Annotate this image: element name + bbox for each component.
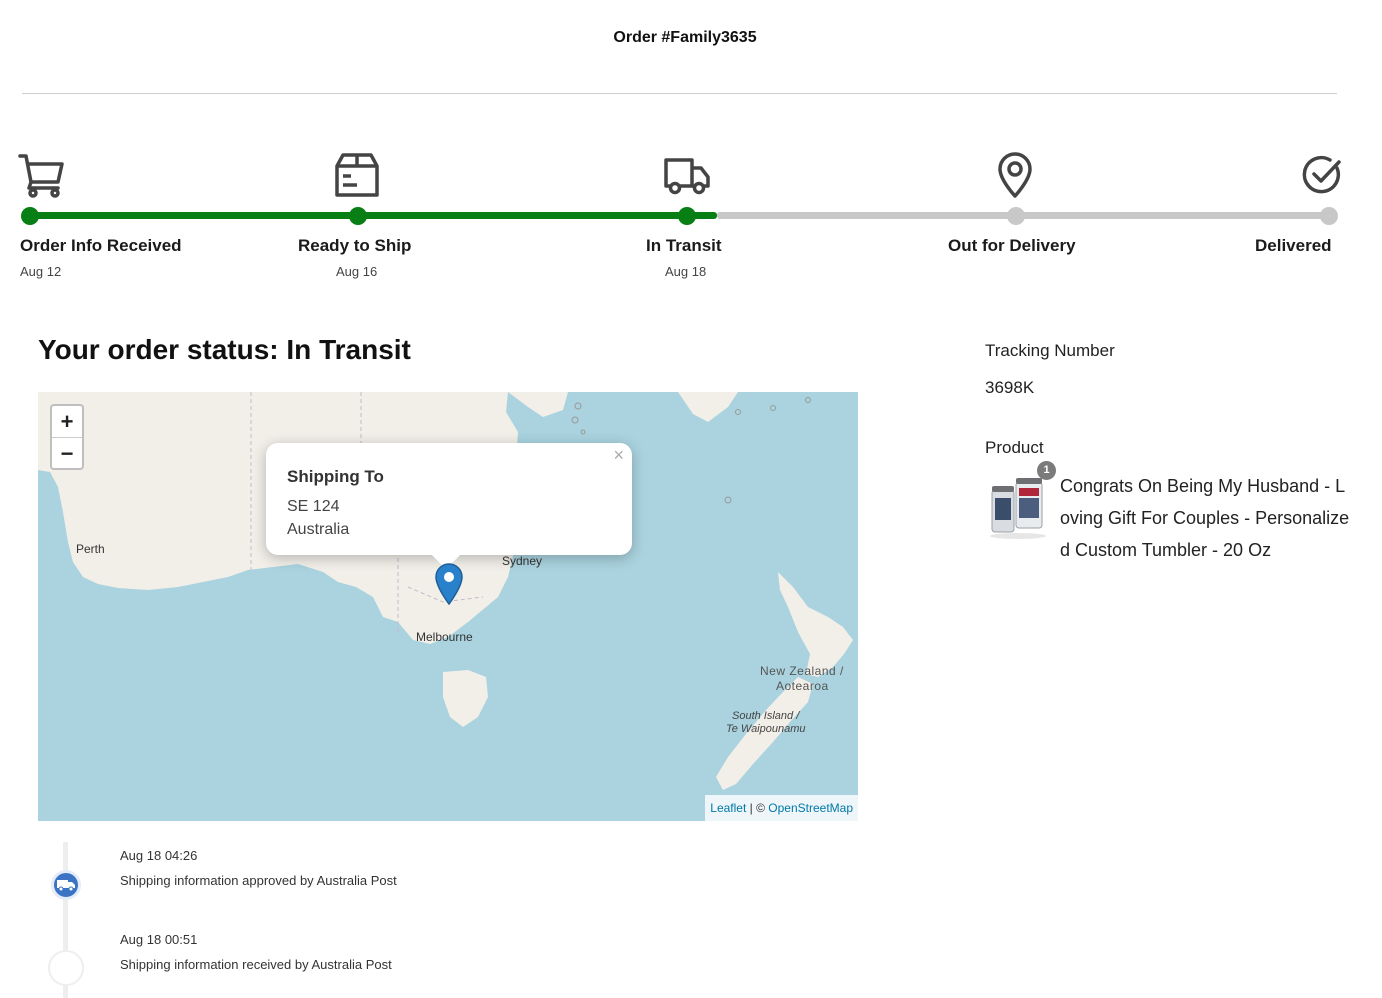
timeline-empty-circle-icon [48, 950, 84, 986]
timeline-event-2-description: Shipping information received by Austral… [120, 957, 392, 972]
attribution-separator: | © [746, 801, 769, 815]
popup-address-line2: Australia [287, 521, 350, 538]
tracking-number-value: 3698K [985, 378, 1035, 397]
step-dot-delivered [1320, 207, 1338, 225]
leaflet-link[interactable]: Leaflet [710, 801, 746, 815]
step-label-delivered: Delivered [1255, 236, 1332, 255]
map-label-sydney: Sydney [502, 554, 543, 568]
shipping-map[interactable]: + − Perth Sydney Melbourne New Zealand /… [38, 392, 858, 821]
step-label-ready-to-ship: Ready to Ship [298, 236, 412, 255]
product-quantity-badge: 1 [1037, 461, 1056, 480]
shipping-popup: × Shipping To SE 124 Australia [266, 443, 632, 555]
step-label-in-transit: In Transit [646, 236, 722, 255]
map-label-melbourne: Melbourne [416, 630, 473, 644]
step-date-in-transit: Aug 18 [665, 264, 707, 279]
map-zoom-control: + − [50, 404, 84, 470]
product-label: Product [985, 438, 1044, 457]
timeline-event-1-time: Aug 18 04:26 [120, 848, 198, 863]
product-image [988, 470, 1050, 540]
progress-bar-completed [29, 212, 717, 219]
map-marker-icon[interactable] [435, 563, 463, 606]
step-dot-order-info-received [21, 207, 39, 225]
map-label-si-line2: Te Waipounamu [726, 723, 806, 735]
openstreetmap-link[interactable]: OpenStreetMap [768, 801, 853, 815]
location-pin-icon [992, 152, 1038, 198]
zoom-out-button[interactable]: − [52, 437, 82, 468]
timeline-event-1-description: Shipping information approved by Austral… [120, 873, 397, 888]
step-date-order-info-received: Aug 12 [20, 264, 62, 279]
step-label-order-info-received: Order Info Received [20, 236, 182, 255]
popup-title: Shipping To [287, 467, 384, 486]
step-date-ready-to-ship: Aug 16 [336, 264, 378, 279]
map-attribution: Leaflet | © OpenStreetMap [705, 795, 858, 821]
step-dot-in-transit [678, 207, 696, 225]
step-label-out-for-delivery: Out for Delivery [948, 236, 1076, 255]
map-label-si-line1: South Island / [732, 710, 800, 722]
map-label-nz-line1: New Zealand / [760, 664, 844, 678]
timeline-truck-icon [51, 870, 81, 900]
check-circle-icon [1300, 152, 1346, 198]
map-label-perth: Perth [76, 542, 105, 556]
progress-tracker: Order Info Received Ready to Ship In Tra… [0, 0, 1382, 300]
tracking-number-label: Tracking Number [985, 341, 1115, 360]
map-label-nz-line2: Aotearoa [776, 679, 829, 693]
package-icon [334, 152, 380, 198]
step-dot-ready-to-ship [349, 207, 367, 225]
zoom-in-button[interactable]: + [52, 406, 82, 437]
order-status-heading: Your order status: In Transit [38, 334, 411, 365]
timeline-event-2-time: Aug 18 00:51 [120, 932, 198, 947]
popup-close-icon[interactable]: × [613, 445, 624, 466]
step-dot-out-for-delivery [1007, 207, 1025, 225]
product-name[interactable]: Congrats On Being My Husband - Loving Gi… [1060, 470, 1350, 566]
truck-icon [664, 152, 710, 198]
popup-address-line1: SE 124 [287, 498, 340, 515]
cart-icon [18, 152, 64, 198]
